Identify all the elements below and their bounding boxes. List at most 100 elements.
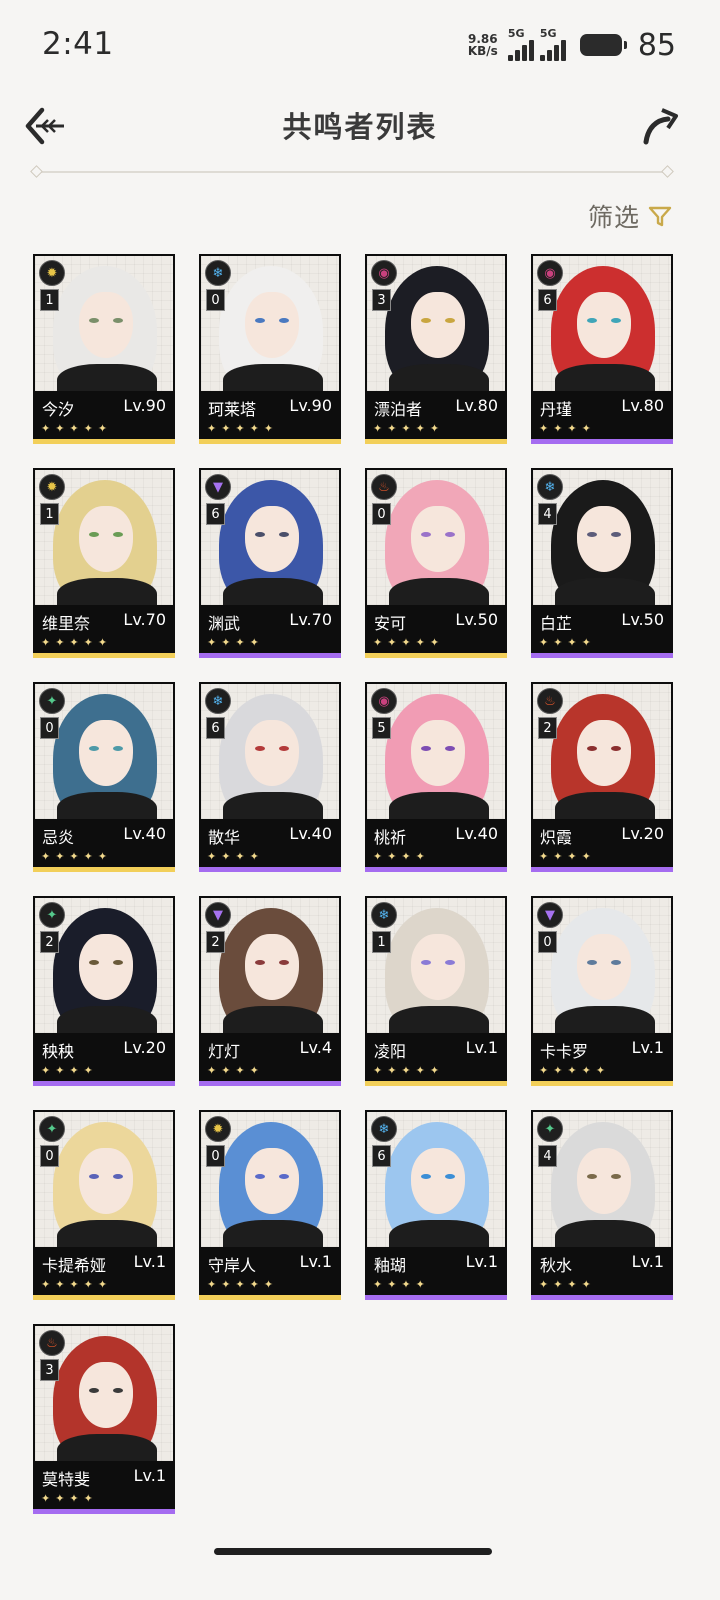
share-button[interactable] (640, 106, 680, 146)
rarity-stars: ✦✦✦✦✦ (41, 422, 113, 435)
portrait-face (79, 720, 133, 786)
aero-element-icon: ✦ (39, 902, 65, 928)
name-row: 凌阳 Lv.1 (365, 1038, 507, 1062)
portrait-eye (113, 1174, 123, 1179)
character-level: Lv.40 (455, 824, 498, 843)
character-level: Lv.90 (123, 396, 166, 415)
rarity-stars: ✦✦✦✦ (207, 1064, 264, 1077)
name-row: 秋水 Lv.1 (531, 1252, 673, 1276)
character-card[interactable]: ✦ 4 秋水 Lv.1 ✦✦✦✦ (531, 1110, 673, 1300)
portrait-body (555, 578, 655, 605)
glacio-element-icon: ❄ (537, 474, 563, 500)
portrait-face (245, 1148, 299, 1214)
portrait-eye (445, 532, 455, 537)
portrait-eye (611, 1174, 621, 1179)
character-card[interactable]: ✹ 1 维里奈 Lv.70 ✦✦✦✦✦ (33, 468, 175, 658)
character-card[interactable]: ♨ 0 安可 Lv.50 ✦✦✦✦✦ (365, 468, 507, 658)
rarity-stars: ✦✦✦✦✦ (373, 422, 445, 435)
name-row: 卡卡罗 Lv.1 (531, 1038, 673, 1062)
character-card[interactable]: ◉ 5 桃祈 Lv.40 ✦✦✦✦ (365, 682, 507, 872)
character-card[interactable]: ✹ 0 守岸人 Lv.1 ✦✦✦✦✦ (199, 1110, 341, 1300)
portrait-face (79, 506, 133, 572)
portrait-face (411, 292, 465, 358)
character-card[interactable]: ▼ 0 卡卡罗 Lv.1 ✦✦✦✦✦ (531, 896, 673, 1086)
character-card[interactable]: ❄ 4 白芷 Lv.50 ✦✦✦✦ (531, 468, 673, 658)
portrait-face (79, 1362, 133, 1428)
portrait-body (223, 792, 323, 819)
portrait-face (577, 292, 631, 358)
portrait-body (389, 792, 489, 819)
character-card[interactable]: ◉ 3 漂泊者 Lv.80 ✦✦✦✦✦ (365, 254, 507, 444)
portrait-body (57, 1006, 157, 1033)
portrait-eye (279, 532, 289, 537)
character-card[interactable]: ✦ 0 卡提希娅 Lv.1 ✦✦✦✦✦ (33, 1110, 175, 1300)
portrait-eye (421, 318, 431, 323)
rarity-bar (365, 653, 507, 658)
character-card[interactable]: ❄ 6 散华 Lv.40 ✦✦✦✦ (199, 682, 341, 872)
rarity-bar (33, 1081, 175, 1086)
rarity-bar (33, 1295, 175, 1300)
filter-button[interactable]: 筛选 (588, 198, 672, 234)
name-row: 维里奈 Lv.70 (33, 610, 175, 634)
portrait-body (57, 1434, 157, 1461)
name-row: 守岸人 Lv.1 (199, 1252, 341, 1276)
character-level: Lv.1 (631, 1038, 664, 1057)
portrait-face (577, 1148, 631, 1214)
glacio-element-icon: ❄ (371, 902, 397, 928)
character-card[interactable]: ♨ 2 炽霞 Lv.20 ✦✦✦✦ (531, 682, 673, 872)
character-name: 漂泊者 (374, 400, 423, 419)
status-time: 2:41 (42, 26, 114, 62)
rarity-stars: ✦✦✦✦✦ (539, 1064, 611, 1077)
character-level: Lv.1 (465, 1252, 498, 1271)
name-row: 渊武 Lv.70 (199, 610, 341, 634)
character-card[interactable]: ▼ 2 灯灯 Lv.4 ✦✦✦✦ (199, 896, 341, 1086)
character-level: Lv.40 (123, 824, 166, 843)
rarity-stars: ✦✦✦✦✦ (207, 422, 279, 435)
sequence-badge: 0 (40, 1145, 59, 1167)
portrait-eye (421, 746, 431, 751)
character-level: Lv.20 (621, 824, 664, 843)
home-indicator[interactable] (214, 1548, 492, 1555)
status-bar: 2:41 9.86 KB/s 5G 5G 85 (0, 0, 720, 92)
portrait-face (79, 1148, 133, 1214)
rarity-stars: ✦✦✦✦✦ (207, 1278, 279, 1291)
portrait-eye (89, 1388, 99, 1393)
character-level: Lv.80 (621, 396, 664, 415)
character-name: 釉瑚 (374, 1256, 407, 1275)
character-level: Lv.1 (133, 1252, 166, 1271)
character-name: 丹瑾 (540, 400, 573, 419)
rarity-bar (33, 439, 175, 444)
character-card[interactable]: ❄ 1 凌阳 Lv.1 ✦✦✦✦✦ (365, 896, 507, 1086)
rarity-bar (33, 1509, 175, 1514)
portrait-face (245, 506, 299, 572)
character-card[interactable]: ◉ 6 丹瑾 Lv.80 ✦✦✦✦ (531, 254, 673, 444)
character-level: Lv.1 (465, 1038, 498, 1057)
fusion-element-icon: ♨ (39, 1330, 65, 1356)
portrait-body (389, 364, 489, 391)
character-card[interactable]: ♨ 3 莫特斐 Lv.1 ✦✦✦✦ (33, 1324, 175, 1514)
portrait-face (411, 934, 465, 1000)
portrait-body (223, 364, 323, 391)
character-card[interactable]: ✹ 1 今汐 Lv.90 ✦✦✦✦✦ (33, 254, 175, 444)
portrait-body (223, 578, 323, 605)
portrait-eye (279, 1174, 289, 1179)
portrait-eye (113, 746, 123, 751)
character-card[interactable]: ▼ 6 渊武 Lv.70 ✦✦✦✦ (199, 468, 341, 658)
character-card[interactable]: ❄ 0 珂莱塔 Lv.90 ✦✦✦✦✦ (199, 254, 341, 444)
rarity-stars: ✦✦✦✦ (207, 850, 264, 863)
battery-level: 85 (637, 27, 676, 63)
portrait-eye (587, 746, 597, 751)
character-card[interactable]: ❄ 6 釉瑚 Lv.1 ✦✦✦✦ (365, 1110, 507, 1300)
character-card[interactable]: ✦ 2 秧秧 Lv.20 ✦✦✦✦ (33, 896, 175, 1086)
spectro-element-icon: ✹ (205, 1116, 231, 1142)
electro-element-icon: ▼ (205, 474, 231, 500)
portrait-eye (445, 318, 455, 323)
portrait-eye (255, 1174, 265, 1179)
portrait-eye (255, 318, 265, 323)
portrait-face (577, 934, 631, 1000)
rarity-bar (531, 653, 673, 658)
aero-element-icon: ✦ (537, 1116, 563, 1142)
character-card[interactable]: ✦ 0 忌炎 Lv.40 ✦✦✦✦✦ (33, 682, 175, 872)
rarity-stars: ✦✦✦✦ (207, 636, 264, 649)
sequence-badge: 0 (538, 931, 557, 953)
